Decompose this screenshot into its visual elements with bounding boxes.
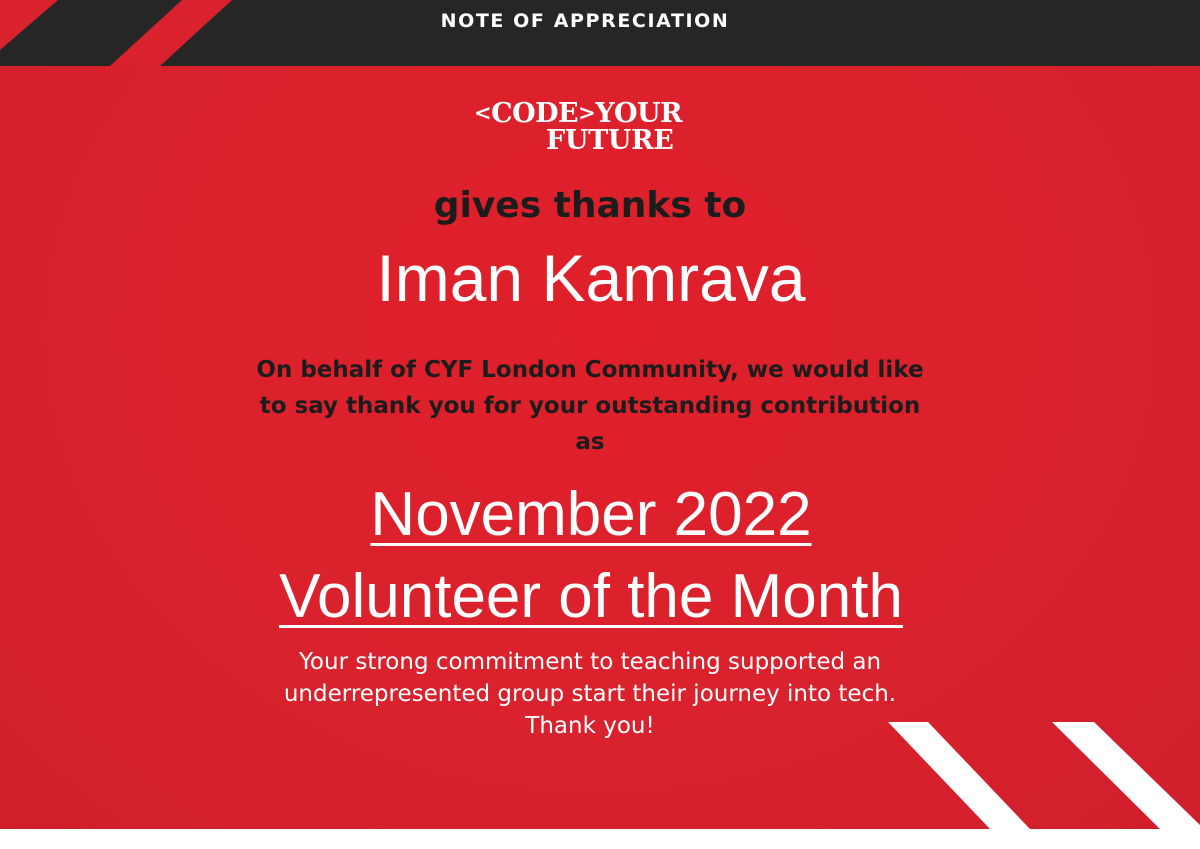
- corner-stripe-left: [888, 722, 1030, 829]
- code-your-future-logo: <CODE>YOUR FUTURE: [474, 98, 700, 160]
- commitment-message: Your strong commitment to teaching suppo…: [283, 649, 897, 739]
- logo-close-bracket: >: [578, 100, 596, 125]
- logo-open-bracket: <: [474, 100, 492, 125]
- recipient-name: Iman Kamrava: [376, 241, 806, 315]
- appreciation-message: On behalf of CYF London Community, we wo…: [256, 357, 924, 455]
- certificate-card: NOTE OF APPRECIATION <CODE>YOUR FUTURE g…: [0, 0, 1200, 829]
- corner-stripe-right: [1052, 722, 1200, 829]
- gives-thanks-heading: gives thanks to: [433, 185, 747, 226]
- header-band: NOTE OF APPRECIATION: [0, 0, 1200, 66]
- logo-future: FUTURE: [546, 125, 674, 156]
- award-month: November 2022: [370, 480, 812, 549]
- certificate-page: NOTE OF APPRECIATION <CODE>YOUR FUTURE g…: [0, 0, 1200, 849]
- corner-stripe-decoration: [888, 722, 1200, 829]
- award-title: Volunteer of the Month: [279, 562, 903, 631]
- header-title: NOTE OF APPRECIATION: [440, 10, 730, 32]
